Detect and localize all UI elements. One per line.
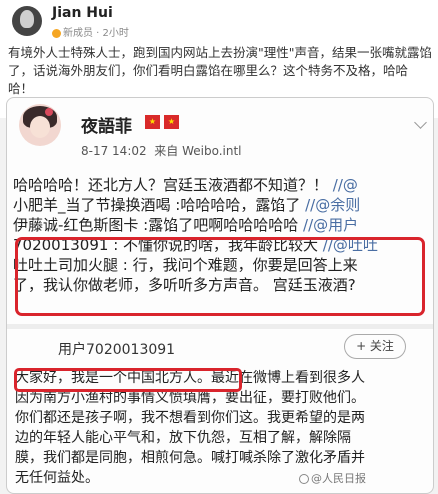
original-line: 膜，我们都是同胞，相煎何急。喊打喊杀除了激化矛盾并 (15, 450, 365, 466)
chevron-down-icon[interactable] (414, 116, 427, 129)
avatar[interactable] (19, 104, 61, 146)
post-text: 有境外人士特殊人士，跑到国内网站上去扮演"理性"声音，结果一张嘴就露馅了，话说海… (8, 45, 433, 96)
avatar[interactable] (12, 6, 42, 36)
original-line: 你们都还是孩子啊，我不想看到你们这。我更希望的是两 (15, 410, 365, 426)
divider (7, 324, 433, 329)
card-time: 8-17 14:02 (81, 144, 147, 158)
badge-label: 新成员 (63, 28, 93, 39)
follow-button[interactable]: + 关注 (344, 334, 406, 359)
card-username[interactable]: 夜語菲 (81, 112, 132, 137)
repost-line: 哈哈哈哈！还北方人？宫廷玉液酒都不知道？！ //@ (13, 176, 358, 194)
repost-line: 小肥羊_当了节操换酒喝 :哈哈哈哈，露馅了 //@余则 (13, 196, 361, 214)
repost-line: 伊藤诚-红色斯图卡 :露馅了吧啊哈哈哈哈哈 //@用户 (13, 216, 359, 234)
user-avatar-icon (20, 10, 34, 28)
flag-icon: ★ (145, 115, 160, 129)
original-line: 边的年轻人能心平气和，放下仇怨，互相了解，解除隔 (15, 430, 351, 446)
post-time: 2小时 (102, 28, 129, 39)
card-meta: 8-17 14:02 来自 Weibo.intl (81, 142, 242, 159)
watermark-icon (299, 474, 309, 484)
highlight-box (14, 368, 242, 392)
embedded-screenshot: 夜語菲 ★ ★ 8-17 14:02 来自 Weibo.intl 哈哈哈哈！还北… (6, 97, 434, 494)
highlight-box (15, 237, 425, 316)
watermark-text: @人民日报 (311, 472, 366, 485)
card-source: 来自 Weibo.intl (154, 144, 242, 158)
badge-icon (52, 28, 61, 38)
post-username[interactable]: Jian Hui (52, 5, 113, 21)
flag-icon: ★ (164, 115, 179, 129)
post-meta: 新成员 · 2小时 (52, 24, 129, 39)
watermark: @人民日报 (299, 470, 366, 486)
original-username[interactable]: 用户7020013091 (58, 339, 175, 359)
